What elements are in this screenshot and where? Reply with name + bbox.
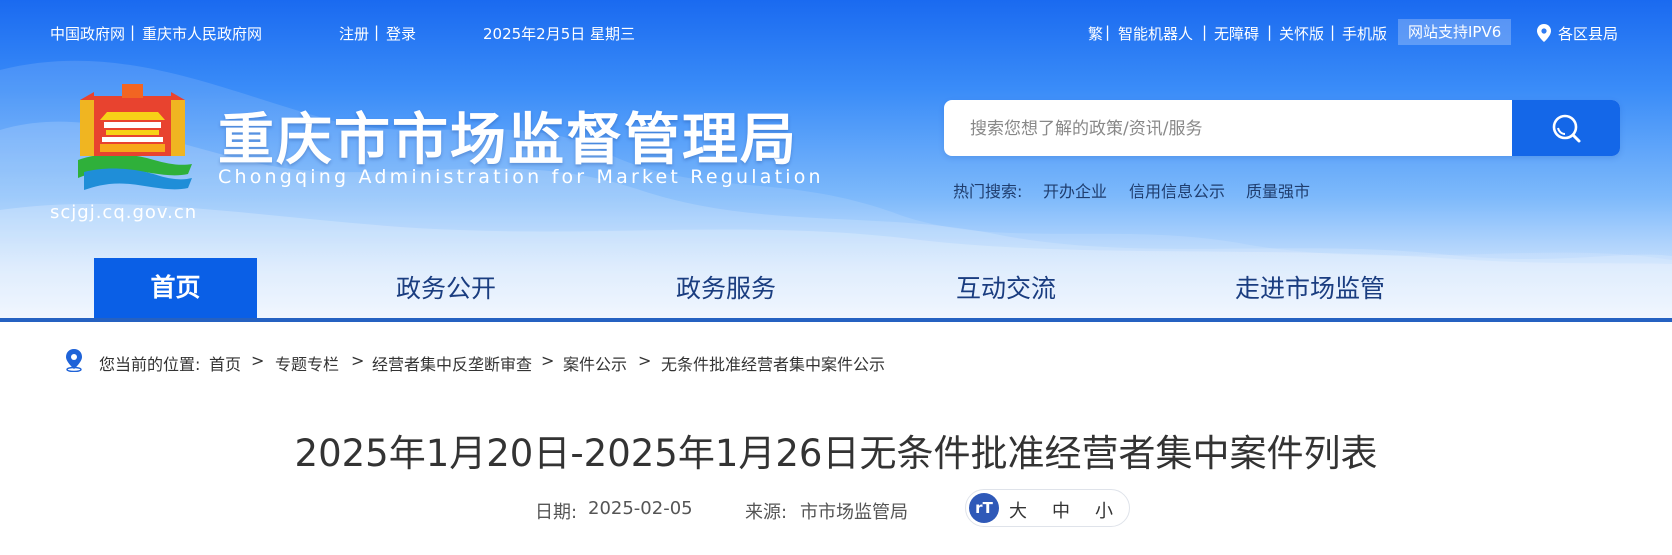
breadcrumb-item-special-topics[interactable]: 专题专栏 bbox=[275, 351, 339, 375]
hot-search-term[interactable]: 质量强市 bbox=[1246, 178, 1310, 202]
hot-search-term[interactable]: 信用信息公示 bbox=[1129, 178, 1225, 202]
login-link[interactable]: 登录 bbox=[386, 23, 416, 44]
logo-emblem[interactable] bbox=[70, 82, 195, 194]
site-name-en: Chongqing Administration for Market Regu… bbox=[218, 166, 824, 188]
search-button[interactable] bbox=[1512, 100, 1620, 156]
search-box bbox=[944, 100, 1620, 158]
article-title: 2025年1月20日-2025年1月26日无条件批准经营者集中案件列表 bbox=[294, 432, 1378, 475]
separator: | bbox=[374, 23, 380, 41]
site-domain: scjgj.cq.gov.cn bbox=[50, 202, 198, 223]
accessibility-link[interactable]: 无障碍 bbox=[1214, 23, 1259, 44]
font-size-small[interactable]: 小 bbox=[1095, 497, 1113, 523]
location-pin-icon bbox=[1537, 24, 1551, 42]
mobile-link[interactable]: 手机版 bbox=[1342, 23, 1387, 44]
source-value: 市市场监管局 bbox=[800, 502, 908, 523]
separator: | bbox=[1267, 23, 1273, 41]
district-link[interactable]: 各区县局 bbox=[1558, 23, 1618, 44]
breadcrumb-separator: > bbox=[251, 351, 265, 370]
hot-search-label: 热门搜索: bbox=[953, 182, 1023, 201]
current-date: 2025年2月5日 星期三 bbox=[483, 25, 636, 43]
publish-date: 2025-02-05 bbox=[588, 498, 693, 519]
separator: | bbox=[130, 23, 136, 41]
breadcrumb-item-antitrust-review[interactable]: 经营者集中反垄断审查 bbox=[372, 351, 532, 375]
care-mode-link[interactable]: 关怀版 bbox=[1279, 23, 1324, 44]
search-input[interactable] bbox=[968, 100, 1452, 158]
traditional-chinese-link[interactable]: 繁 bbox=[1088, 23, 1103, 44]
nav-item-interaction[interactable]: 互动交流 bbox=[956, 258, 1056, 318]
font-size-icon: rT bbox=[969, 493, 999, 523]
nav-divider bbox=[0, 318, 1672, 322]
source-label: 来源: bbox=[745, 502, 788, 523]
breadcrumb-item-case-announcement[interactable]: 案件公示 bbox=[563, 351, 627, 375]
font-size-large[interactable]: 大 bbox=[1009, 497, 1027, 523]
breadcrumb-item-current[interactable]: 无条件批准经营者集中案件公示 bbox=[661, 351, 885, 375]
breadcrumb-separator: > bbox=[541, 351, 555, 370]
register-link[interactable]: 注册 bbox=[339, 23, 369, 44]
breadcrumb-item-home[interactable]: 首页 bbox=[209, 351, 241, 375]
nav-item-government-affairs[interactable]: 政务公开 bbox=[396, 258, 496, 318]
site-name: 重庆市市场监督管理局 bbox=[218, 108, 798, 173]
ipv6-badge: 网站支持IPV6 bbox=[1398, 19, 1512, 45]
nav-item-about-regulation[interactable]: 走进市场监管 bbox=[1235, 258, 1385, 318]
robot-link[interactable]: 智能机器人 bbox=[1118, 23, 1193, 44]
breadcrumb-separator: > bbox=[351, 351, 365, 370]
separator: | bbox=[1105, 23, 1111, 41]
nav-item-home[interactable]: 首页 bbox=[94, 258, 257, 318]
header-banner: 中国政府网 | 重庆市人民政府网 注册 | 登录 2025年2月5日 星期三 繁… bbox=[0, 0, 1672, 318]
date-label: 日期: bbox=[535, 502, 578, 523]
nav-item-government-services[interactable]: 政务服务 bbox=[676, 258, 776, 318]
font-size-medium[interactable]: 中 bbox=[1052, 497, 1070, 523]
separator: | bbox=[1202, 23, 1208, 41]
font-size-switcher: rT 大 中 小 bbox=[965, 489, 1130, 527]
breadcrumb-label: 您当前的位置: bbox=[99, 355, 201, 374]
breadcrumb-separator: > bbox=[638, 351, 652, 370]
hot-search-term[interactable]: 开办企业 bbox=[1043, 178, 1107, 202]
link-gov-cn[interactable]: 中国政府网 bbox=[50, 23, 125, 44]
separator: | bbox=[1330, 23, 1336, 41]
breadcrumb-location-icon bbox=[66, 349, 82, 372]
search-icon bbox=[1552, 114, 1581, 143]
link-cq-gov[interactable]: 重庆市人民政府网 bbox=[142, 23, 262, 44]
